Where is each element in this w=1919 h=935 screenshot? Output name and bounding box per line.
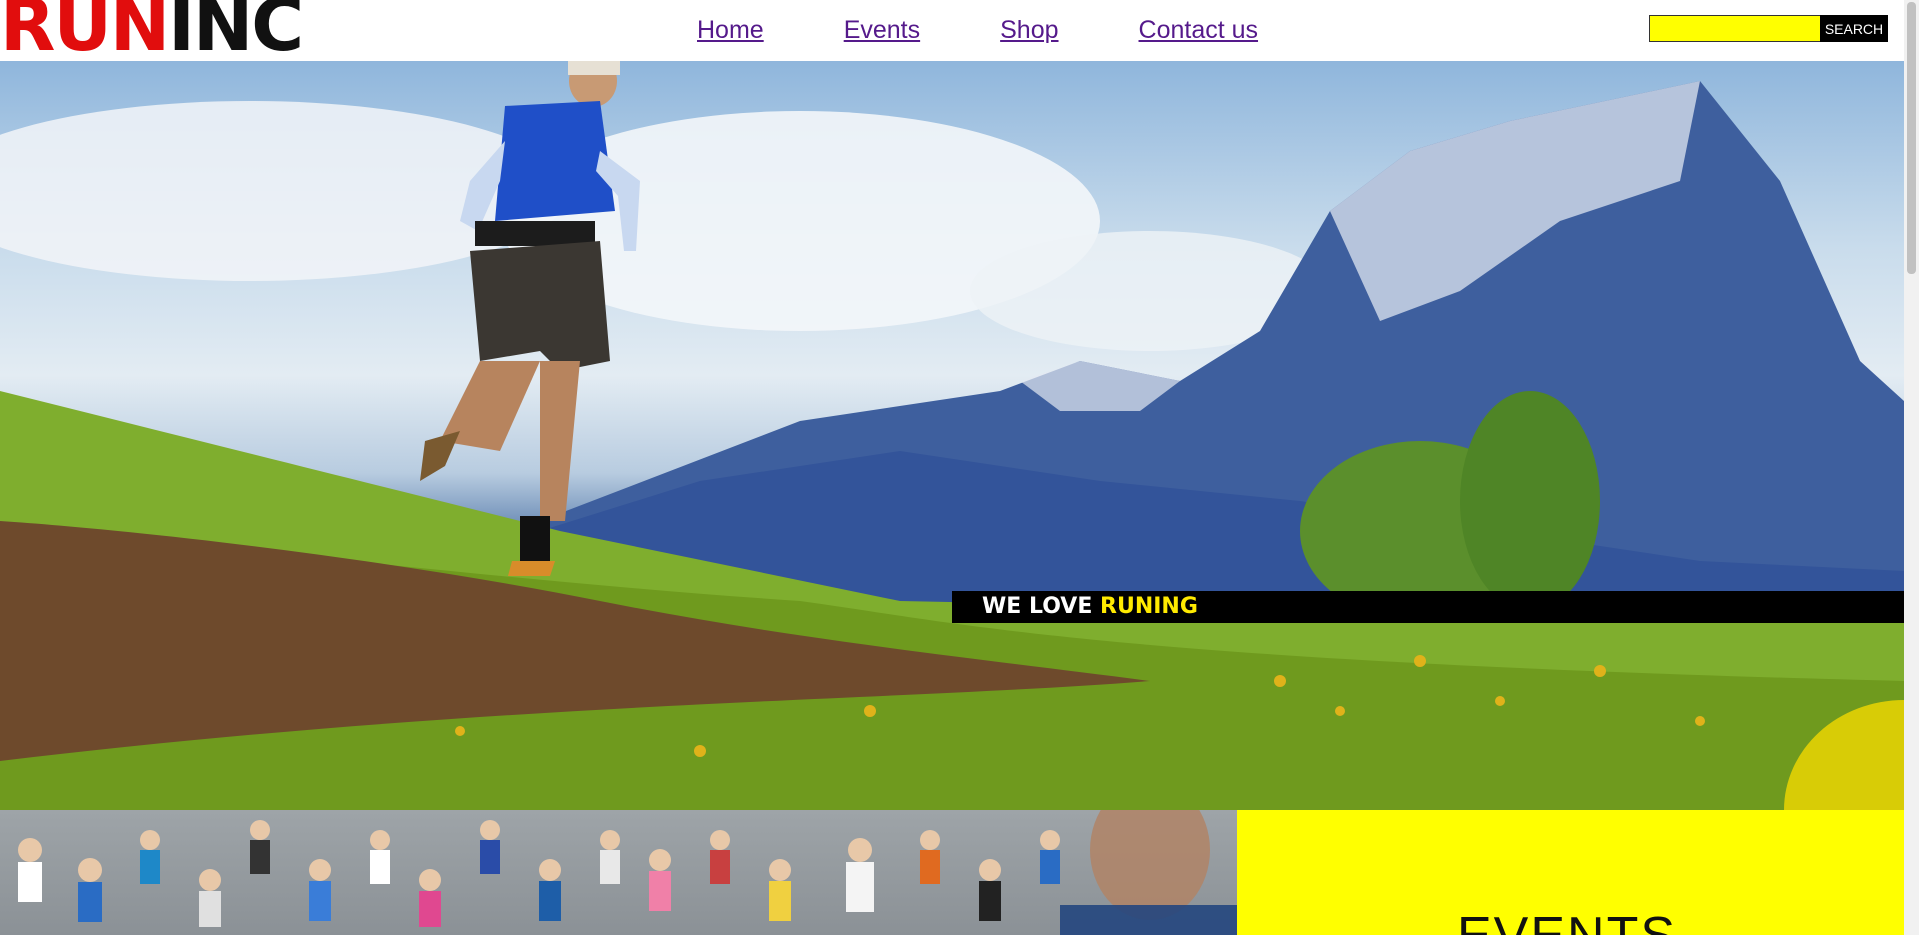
nav-link-shop[interactable]: Shop (1000, 14, 1058, 46)
search-input[interactable] (1649, 15, 1820, 42)
logo-run-text: RUN (0, 0, 170, 67)
site-header: RUNINC Home Events Shop Contact us SEARC… (0, 0, 1904, 61)
search-form: SEARCH (1649, 15, 1888, 42)
hero-image: WE LOVE RUNING (0, 61, 1904, 810)
logo-inc-text: INC (168, 0, 304, 67)
nav-link-contact[interactable]: Contact us (1139, 14, 1259, 46)
search-button[interactable]: SEARCH (1820, 15, 1888, 42)
banner-text: WE LOVE (982, 594, 1101, 619)
hero-illustration (0, 61, 1904, 810)
scrollbar-thumb[interactable] (1907, 2, 1916, 274)
events-title: EVENTS (1457, 906, 1677, 935)
crowd-illustration (18, 810, 1237, 935)
nav-link-events[interactable]: Events (844, 14, 920, 46)
main-nav: Home Events Shop Contact us (697, 14, 1258, 46)
events-photo (0, 810, 1237, 935)
nav-link-home[interactable]: Home (697, 14, 764, 46)
events-panel: EVENTS (1237, 810, 1904, 935)
banner-accent-text: RUNING (1100, 594, 1198, 619)
site-logo[interactable]: RUNINC (0, 0, 304, 61)
page-scrollbar[interactable] (1904, 0, 1919, 935)
hero-banner: WE LOVE RUNING (952, 591, 1904, 623)
